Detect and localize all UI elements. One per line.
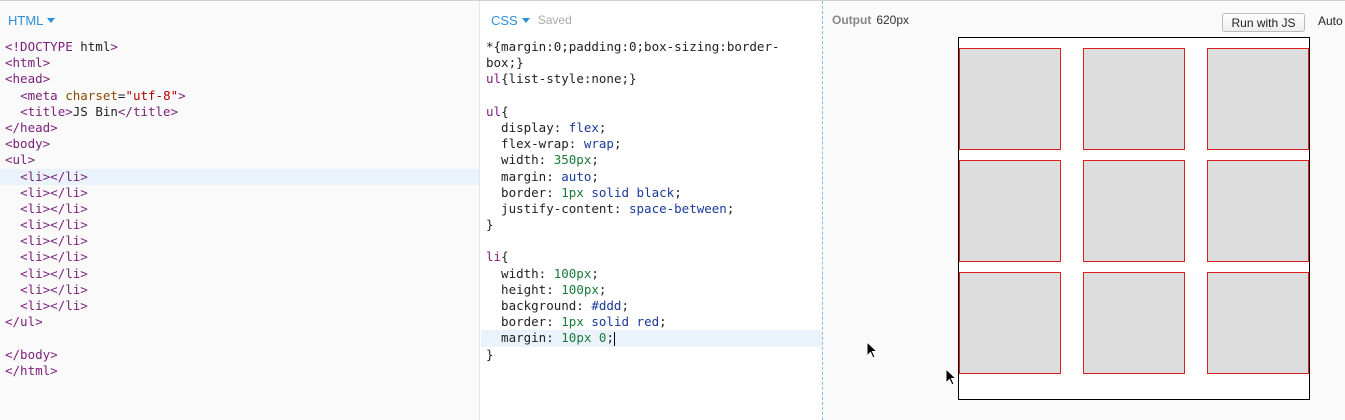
html-code-line[interactable]: <head> — [0, 71, 479, 87]
output-preview-list — [958, 37, 1310, 400]
css-code-line[interactable]: li{ — [481, 249, 822, 265]
html-code-line[interactable]: <ul> — [0, 152, 479, 168]
css-panel: CSS Saved *{margin:0;padding:0;box-sizin… — [481, 1, 822, 420]
css-code-line[interactable]: ul{list-style:none;} — [481, 71, 822, 87]
output-list-item — [959, 272, 1061, 374]
output-list-item — [1207, 48, 1309, 150]
output-list-item — [959, 160, 1061, 262]
html-code-line[interactable]: <li></li> — [0, 282, 479, 298]
css-code-line[interactable]: margin: auto; — [481, 169, 822, 185]
text-cursor — [613, 331, 615, 346]
output-list-item — [1083, 160, 1185, 262]
html-code-line[interactable]: <body> — [0, 136, 479, 152]
output-list-item — [1207, 160, 1309, 262]
css-code-line[interactable]: border: 1px solid red; — [481, 314, 822, 330]
html-code-line[interactable]: </body> — [0, 347, 479, 363]
css-code-line[interactable]: display: flex; — [481, 120, 822, 136]
css-panel-title-label: CSS — [491, 12, 518, 28]
chevron-down-icon — [47, 17, 56, 23]
css-code-line[interactable] — [481, 88, 822, 104]
output-list-item — [1207, 272, 1309, 374]
html-code-line[interactable]: <meta charset="utf-8"> — [0, 88, 479, 104]
html-code-line[interactable]: <li></li> — [0, 298, 479, 314]
output-list-item — [1083, 272, 1185, 374]
html-editor[interactable]: <!DOCTYPE html> <html> <head> <meta charse… — [0, 39, 479, 379]
css-code-line[interactable]: box;} — [481, 55, 822, 71]
css-code-line[interactable]: margin: 10px 0; — [481, 330, 822, 347]
html-code-line[interactable]: <html> — [0, 55, 479, 71]
html-panel-title[interactable]: HTML — [8, 12, 56, 28]
run-with-js-button[interactable]: Run with JS — [1222, 13, 1305, 32]
html-code-line[interactable]: </ul> — [0, 314, 479, 330]
css-code-line[interactable]: border: 1px solid black; — [481, 185, 822, 201]
output-list-item — [959, 48, 1061, 150]
html-code-line[interactable]: <li></li> — [0, 201, 479, 217]
auto-run-toggle[interactable]: Auto — [1318, 14, 1343, 28]
html-code-line[interactable]: <li></li> — [0, 249, 479, 265]
html-code-line[interactable]: <title>JS Bin</title> — [0, 104, 479, 120]
html-code-line[interactable]: <li></li> — [0, 233, 479, 249]
output-label: Output — [832, 13, 872, 27]
output-width: 620px — [876, 13, 910, 27]
html-code-line[interactable]: <li></li> — [0, 185, 479, 201]
css-code-line[interactable]: width: 100px; — [481, 266, 822, 282]
html-code-line[interactable]: <li></li> — [0, 217, 479, 233]
html-code-line[interactable]: </head> — [0, 120, 479, 136]
html-panel-header: HTML — [0, 1, 479, 39]
css-code-line[interactable]: } — [481, 217, 822, 233]
css-code-line[interactable]: flex-wrap: wrap; — [481, 136, 822, 152]
css-code-line[interactable]: *{margin:0;padding:0;box-sizing:border- — [481, 39, 822, 55]
html-code-line[interactable]: <li></li> — [0, 168, 479, 185]
output-list-item — [1083, 48, 1185, 150]
chevron-down-icon — [521, 17, 530, 23]
html-panel-title-label: HTML — [8, 12, 44, 28]
html-panel: HTML <!DOCTYPE html> <html> <head> <meta c… — [0, 1, 480, 420]
css-code-line[interactable]: justify-content: space-between; — [481, 201, 822, 217]
save-status: Saved — [537, 13, 572, 27]
html-code-line[interactable]: <li></li> — [0, 266, 479, 282]
html-code-line[interactable] — [0, 330, 479, 346]
css-code-line[interactable]: background: #ddd; — [481, 298, 822, 314]
output-panel: Output 620px Run with JS Auto — [823, 1, 1345, 420]
css-code-line[interactable] — [481, 233, 822, 249]
html-code-line[interactable]: <!DOCTYPE html> — [0, 39, 479, 55]
css-code-line[interactable]: width: 350px; — [481, 152, 822, 168]
css-code-line[interactable]: height: 100px; — [481, 282, 822, 298]
css-code-line[interactable]: } — [481, 347, 822, 363]
css-panel-title[interactable]: CSS — [491, 13, 530, 28]
html-code-line[interactable]: </html> — [0, 363, 479, 379]
css-panel-header: CSS Saved — [481, 1, 822, 39]
css-editor[interactable]: *{margin:0;padding:0;box-sizing:border-b… — [481, 39, 822, 363]
css-code-line[interactable]: ul{ — [481, 104, 822, 120]
